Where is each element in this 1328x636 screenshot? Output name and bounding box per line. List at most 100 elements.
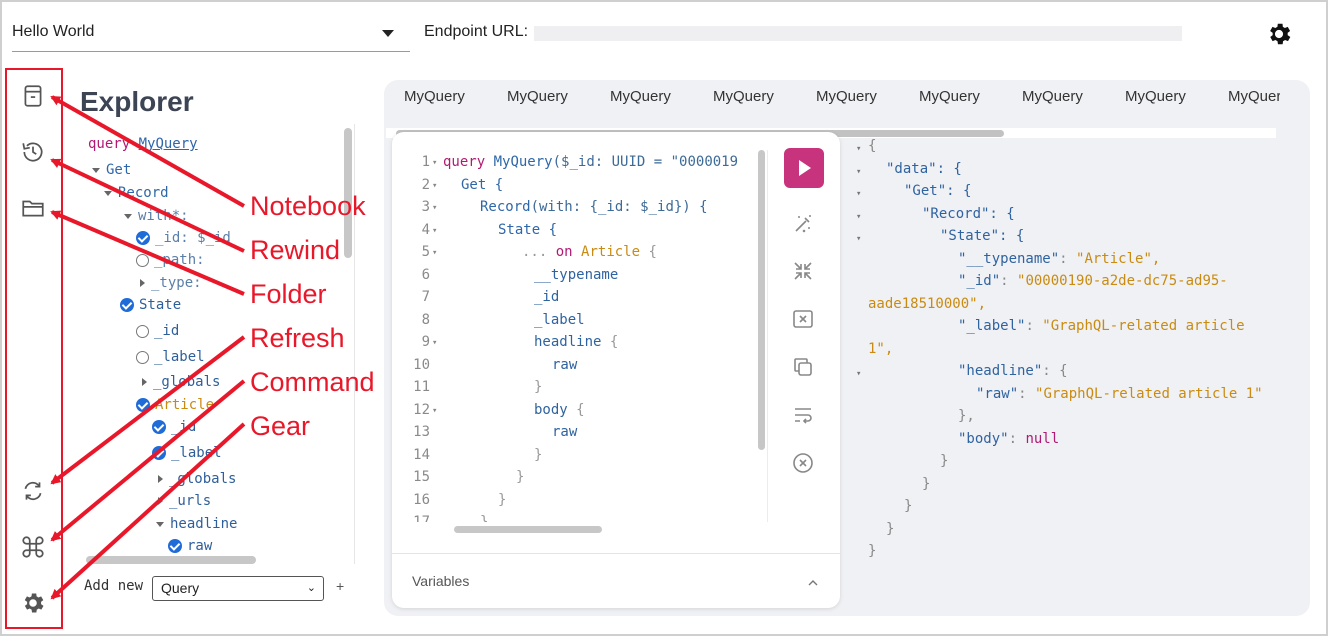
tab-myquery-1[interactable]: MyQuery <box>404 88 465 105</box>
caret-down-icon <box>124 213 132 219</box>
tree-item-with[interactable]: with*: <box>124 206 189 226</box>
top-bar: Hello World Endpoint URL: <box>0 0 1328 70</box>
code-keyword: query <box>443 154 486 170</box>
settings-gear-icon[interactable] <box>1265 20 1293 48</box>
tree-item-article-label[interactable]: _label <box>152 443 222 463</box>
annotation-gear: Gear <box>250 411 311 441</box>
refresh-icon[interactable] <box>20 478 46 504</box>
tab-myquery-8[interactable]: MyQuery <box>1125 88 1186 105</box>
tree-item-type[interactable]: _type: <box>140 273 202 293</box>
json-line: { <box>868 138 877 154</box>
tree-item-state-globals[interactable]: _globals <box>142 372 220 392</box>
folder-icon[interactable] <box>20 195 46 221</box>
code-field: body <box>534 402 568 418</box>
code-line-9: headline { <box>534 334 618 350</box>
code-line-2: Get { <box>461 177 504 193</box>
command-icon[interactable] <box>20 534 46 560</box>
line-number: 10 <box>413 357 430 373</box>
fold-arrow-icon[interactable]: ▾ <box>856 144 861 154</box>
project-select[interactable]: Hello World <box>12 20 410 52</box>
json-line: 1", <box>868 341 894 357</box>
caret-down-icon <box>156 521 164 527</box>
tab-myquery-2[interactable]: MyQuery <box>507 88 568 105</box>
tab-myquery-3[interactable]: MyQuery <box>610 88 671 105</box>
tree-item-article-urls[interactable]: _urls <box>158 491 211 511</box>
variables-divider <box>392 553 840 554</box>
clear-editor-icon[interactable] <box>791 307 815 331</box>
fold-arrow-icon[interactable]: ▾ <box>432 226 437 236</box>
endpoint-url-input[interactable] <box>534 26 1182 41</box>
merge-fragments-icon[interactable] <box>791 259 815 283</box>
json-line: } <box>868 543 877 559</box>
tab-myquery-4[interactable]: MyQuery <box>713 88 774 105</box>
explorer-horizontal-scrollbar[interactable] <box>86 556 256 564</box>
tab-myquery-6[interactable]: MyQuery <box>919 88 980 105</box>
fold-arrow-icon[interactable]: ▾ <box>432 248 437 258</box>
copy-icon[interactable] <box>791 355 815 379</box>
tree-item-article-id[interactable]: _id <box>152 417 196 437</box>
fold-arrow-icon[interactable]: ▾ <box>432 158 437 168</box>
fold-arrow-icon[interactable]: ▾ <box>856 212 861 222</box>
fold-arrow-icon[interactable]: ▾ <box>432 406 437 416</box>
gear-icon[interactable] <box>20 590 46 616</box>
tree-label: _globals <box>153 374 221 390</box>
history-icon[interactable] <box>20 139 46 165</box>
tree-item-record[interactable]: Record <box>104 183 169 203</box>
fold-arrow-icon[interactable]: ▾ <box>432 338 437 348</box>
code-brace: { <box>648 244 657 260</box>
fold-arrow-icon[interactable]: ▾ <box>856 369 861 379</box>
variables-toggle[interactable]: Variables <box>412 573 469 589</box>
fold-arrow-icon[interactable]: ▾ <box>856 234 861 244</box>
tab-myquery-9[interactable]: MyQuer <box>1228 88 1280 105</box>
endpoint-label: Endpoint URL: <box>424 23 529 40</box>
json-key: "Record": { <box>922 206 1015 222</box>
prettify-icon[interactable] <box>791 212 815 236</box>
tree-item-article[interactable]: Article <box>136 395 214 415</box>
query-tabs: MyQuery MyQuery MyQuery MyQuery MyQuery … <box>392 88 1280 112</box>
run-query-button[interactable] <box>784 148 824 188</box>
tree-item-state[interactable]: State <box>120 295 181 315</box>
fold-arrow-icon[interactable]: ▾ <box>432 203 437 213</box>
tree-item-article-globals[interactable]: _globals <box>158 469 236 489</box>
tree-item-path[interactable]: _path: <box>136 250 205 270</box>
tree-item-id-arg[interactable]: _id: $_id <box>136 228 231 248</box>
close-circle-icon[interactable] <box>791 451 815 475</box>
notebook-icon[interactable] <box>20 83 46 109</box>
line-number: 6 <box>421 267 430 283</box>
unchecked-icon <box>136 324 149 338</box>
json-string: "Article", <box>1076 251 1161 267</box>
explorer-divider <box>354 124 355 564</box>
line-number: 13 <box>413 424 430 440</box>
tree-label: _label <box>154 349 205 365</box>
line-number: 12 <box>413 402 430 418</box>
wrap-lines-icon[interactable] <box>791 403 815 427</box>
project-name: Hello World <box>12 23 95 40</box>
query-code-editor[interactable]: 1 2 3 4 5 6 7 8 9 10 11 12 13 14 15 16 1… <box>392 150 767 522</box>
tree-label: _label <box>171 445 222 461</box>
code-horizontal-scrollbar[interactable] <box>454 526 602 533</box>
tab-myquery-5[interactable]: MyQuery <box>816 88 877 105</box>
add-plus-button[interactable]: + <box>336 578 344 594</box>
fold-arrow-icon[interactable]: ▾ <box>432 181 437 191</box>
tree-item-headline-raw[interactable]: raw <box>168 536 212 556</box>
unchecked-icon <box>136 253 149 267</box>
fold-arrow-icon[interactable]: ▾ <box>856 189 861 199</box>
caret-down-icon <box>104 190 112 196</box>
tab-myquery-7[interactable]: MyQuery <box>1022 88 1083 105</box>
code-brace: { <box>576 402 585 418</box>
tree-item-state-id[interactable]: _id <box>136 321 179 341</box>
chevron-down-icon: ⌄ <box>306 582 316 594</box>
fold-arrow-icon[interactable]: ▾ <box>856 167 861 177</box>
tree-query-row[interactable]: query MyQuery <box>88 134 198 154</box>
code-vertical-scrollbar[interactable] <box>758 150 765 450</box>
chevron-up-icon[interactable] <box>808 575 818 586</box>
tree-label: headline <box>170 516 238 532</box>
tree-item-get[interactable]: Get <box>92 160 131 180</box>
query-name[interactable]: MyQuery <box>139 136 198 152</box>
add-new-select[interactable]: Query ⌄ <box>152 576 324 601</box>
json-line: "body": null <box>958 431 1060 447</box>
json-line: } <box>904 498 913 514</box>
tree-item-state-label[interactable]: _label <box>136 347 205 367</box>
tree-item-headline[interactable]: headline <box>156 514 237 534</box>
line-number: 3 <box>421 199 430 215</box>
